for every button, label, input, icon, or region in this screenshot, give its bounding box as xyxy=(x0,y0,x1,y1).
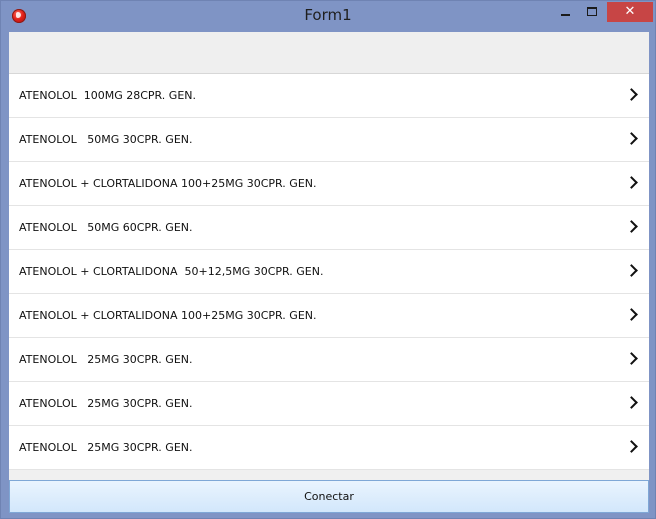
list-item-label: ATENOLOL + CLORTALIDONA 50+12,5MG 30CPR.… xyxy=(19,265,324,278)
app-window: Form1 ✕ ATENOLOL 100MG 28CPR. GEN. ATENO… xyxy=(0,0,656,519)
title-bar[interactable]: Form1 ✕ xyxy=(1,1,655,32)
list-item-label: ATENOLOL 25MG 30CPR. GEN. xyxy=(19,353,193,366)
list-item[interactable]: ATENOLOL 25MG 30CPR. GEN. xyxy=(9,426,649,470)
connect-button[interactable]: Conectar xyxy=(9,480,649,513)
chevron-right-icon xyxy=(625,308,638,321)
product-list: ATENOLOL 100MG 28CPR. GEN. ATENOLOL 50MG… xyxy=(9,74,649,470)
chevron-right-icon xyxy=(625,176,638,189)
list-item[interactable]: ATENOLOL 50MG 60CPR. GEN. xyxy=(9,206,649,250)
list-item-label: ATENOLOL 50MG 60CPR. GEN. xyxy=(19,221,193,234)
list-item[interactable]: ATENOLOL + CLORTALIDONA 50+12,5MG 30CPR.… xyxy=(9,250,649,294)
list-item[interactable]: ATENOLOL 100MG 28CPR. GEN. xyxy=(9,74,649,118)
chevron-right-icon xyxy=(625,440,638,453)
list-item-label: ATENOLOL 25MG 30CPR. GEN. xyxy=(19,397,193,410)
header-panel xyxy=(9,32,649,74)
list-item-label: ATENOLOL + CLORTALIDONA 100+25MG 30CPR. … xyxy=(19,177,317,190)
chevron-right-icon xyxy=(625,352,638,365)
maximize-button[interactable] xyxy=(579,2,605,22)
chevron-right-icon xyxy=(625,132,638,145)
form-client-area: ATENOLOL 100MG 28CPR. GEN. ATENOLOL 50MG… xyxy=(9,32,649,513)
minimize-button[interactable] xyxy=(552,2,579,22)
list-item[interactable]: ATENOLOL 25MG 30CPR. GEN. xyxy=(9,382,649,426)
list-item[interactable]: ATENOLOL 50MG 30CPR. GEN. xyxy=(9,118,649,162)
list-item-label: ATENOLOL 50MG 30CPR. GEN. xyxy=(19,133,193,146)
list-item-label: ATENOLOL + CLORTALIDONA 100+25MG 30CPR. … xyxy=(19,309,317,322)
list-item[interactable]: ATENOLOL 25MG 30CPR. GEN. xyxy=(9,338,649,382)
close-button[interactable]: ✕ xyxy=(607,2,653,22)
chevron-right-icon xyxy=(625,220,638,233)
chevron-right-icon xyxy=(625,264,638,277)
chevron-right-icon xyxy=(625,88,638,101)
chevron-right-icon xyxy=(625,396,638,409)
list-item[interactable]: ATENOLOL + CLORTALIDONA 100+25MG 30CPR. … xyxy=(9,294,649,338)
list-item-label: ATENOLOL 25MG 30CPR. GEN. xyxy=(19,441,193,454)
list-item-label: ATENOLOL 100MG 28CPR. GEN. xyxy=(19,89,197,102)
list-item[interactable]: ATENOLOL + CLORTALIDONA 100+25MG 30CPR. … xyxy=(9,162,649,206)
